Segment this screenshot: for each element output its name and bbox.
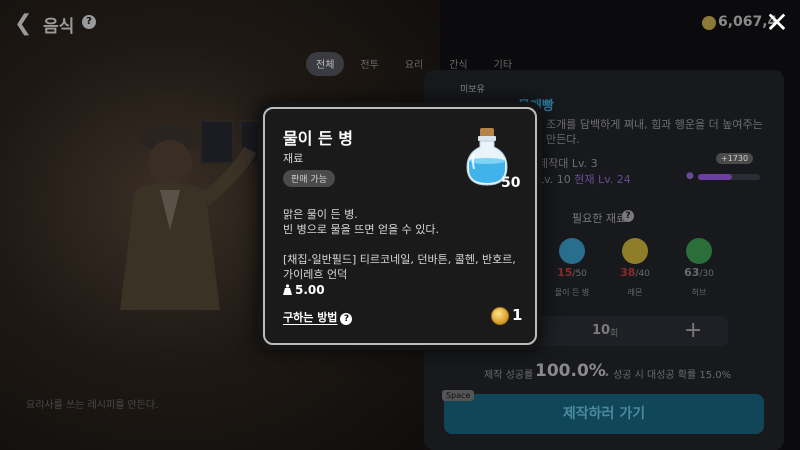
sellable-badge: 판매 가능 — [283, 170, 335, 187]
material-name: 물이 든 병 — [554, 288, 590, 297]
water-bottle-icon — [559, 238, 585, 264]
item-locations: [채집-일반필드] 티르코네일, 던바튼, 콜헨, 반호르, 가이레흐 언덕 — [283, 253, 516, 281]
material-have: 15 — [557, 266, 573, 279]
material-need: /40 — [635, 269, 650, 279]
great-success-text: • 성공 시 대성공 확률 15.0% — [604, 370, 732, 381]
item-description: 맑은 물이 든 병. 빈 병으로 물을 뜨면 얻을 수 있다. — [283, 208, 440, 236]
npc-character-image — [120, 124, 257, 310]
material-have: 63 — [684, 266, 700, 279]
lemon-icon — [622, 238, 648, 264]
material-need: /50 — [572, 269, 587, 279]
lock-icon: ● — [686, 171, 694, 181]
item-info-popup: 물이 든 병 재료 판매 가능 50 맑은 물이 든 병. 빈 병으로 물을 뜨… — [258, 102, 542, 350]
material-name: 레몬 — [627, 288, 643, 297]
back-arrow-icon[interactable]: ❮ — [14, 11, 32, 36]
quantity-value: 10 — [592, 323, 611, 338]
item-name: 물이 든 병 — [283, 129, 354, 148]
unowned-tag: 미보유 — [460, 85, 485, 95]
weight-value: 5.00 — [295, 283, 325, 297]
recipe-description: 조개를 담백하게 쪄내, 힘과 행운을 더 높여주는 만든다. — [546, 118, 763, 146]
tab-all[interactable]: 전체 — [306, 52, 345, 76]
gold-coin-icon — [491, 307, 509, 325]
material-item[interactable]: 38/40 레몬 — [608, 238, 662, 298]
level-badge: +1730 — [716, 153, 754, 164]
background-hint-text: 요리사를 쓰는 레시피를 만든다. — [26, 400, 159, 411]
level-progress-fill — [698, 174, 733, 180]
quantity-unit: 회 — [610, 329, 619, 339]
material-have: 38 — [620, 266, 636, 279]
weight-icon — [283, 284, 292, 295]
material-item[interactable]: 15/50 물이 든 병 — [545, 238, 599, 298]
material-name: 허브 — [691, 288, 707, 297]
page-title: 음식 — [43, 17, 75, 37]
craft-button[interactable]: 제작하러 가기 — [444, 394, 764, 434]
materials-title: 필요한 재료 — [572, 212, 627, 225]
requirement-level: Lv. 10 현재 Lv. 24 — [538, 173, 631, 186]
material-need: /30 — [699, 269, 714, 279]
gold-coin-icon — [702, 16, 716, 30]
help-icon[interactable]: ? — [82, 15, 96, 29]
plus-icon[interactable]: + — [684, 318, 702, 343]
success-rate-label: 제작 성공률 — [484, 370, 534, 381]
item-info-card: 물이 든 병 재료 판매 가능 50 맑은 물이 든 병. 빈 병으로 물을 뜨… — [263, 107, 537, 345]
materials-help-icon[interactable]: ? — [622, 210, 634, 222]
how-to-get-link[interactable]: 구하는 방법? — [283, 309, 353, 325]
space-key-hint: Space — [442, 390, 475, 401]
item-price: 1 — [512, 306, 523, 324]
top-bar: ❮ 음식 ? 6,067,4 — [0, 0, 800, 48]
item-type: 재료 — [283, 152, 304, 165]
herb-icon — [686, 238, 712, 264]
help-icon: ? — [340, 313, 353, 325]
item-count: 50 — [501, 175, 521, 191]
tab-battle[interactable]: 전투 — [350, 52, 388, 76]
item-weight: 5.00 — [283, 283, 325, 297]
material-item[interactable]: 63/30 허브 — [672, 238, 726, 298]
close-icon[interactable]: ✕ — [764, 8, 790, 38]
success-rate-value: 100.0% — [535, 361, 606, 381]
requirement-workbench: 제작대 Lv. 3 — [538, 157, 598, 170]
level-progress-bar — [698, 174, 760, 180]
how-to-get-label: 구하는 방법 — [283, 311, 338, 324]
